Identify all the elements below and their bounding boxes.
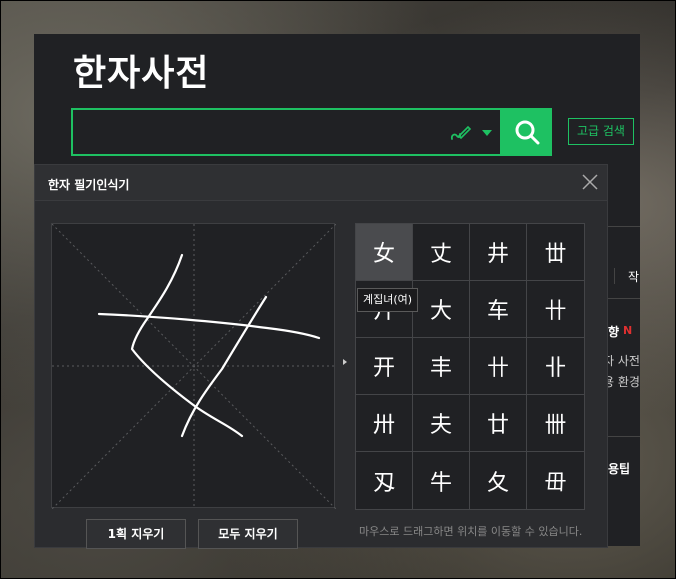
- new-badge: N: [623, 324, 633, 337]
- candidate-char[interactable]: 牛: [413, 452, 470, 509]
- candidate-char[interactable]: 车: [470, 281, 527, 338]
- search-box: [71, 108, 502, 156]
- candidate-char[interactable]: 夫: [413, 395, 470, 452]
- side-divider: [608, 436, 640, 437]
- handwriting-recognizer-popup[interactable]: 한자 필기인식기 女丈井丗廾大车卄开丰卄卝卅夫廿卌刄牛夂毌 계집녀(여) 1획 …: [34, 164, 608, 549]
- candidate-char[interactable]: 丈: [413, 224, 470, 281]
- chevron-down-icon[interactable]: [482, 130, 492, 136]
- drawing-canvas[interactable]: [51, 223, 336, 509]
- candidate-char[interactable]: 廿: [470, 395, 527, 452]
- candidate-char[interactable]: 丰: [413, 338, 470, 395]
- candidate-char[interactable]: 大: [413, 281, 470, 338]
- candidate-char[interactable]: 卌: [527, 395, 584, 452]
- side-divider-vertical: [614, 268, 615, 284]
- side-heading-fragment: 용팁: [608, 462, 631, 476]
- side-link-fragment[interactable]: 자 사전: [603, 352, 640, 369]
- candidate-char[interactable]: 卅: [356, 395, 413, 452]
- handwritten-strokes: [97, 253, 321, 438]
- candidate-char[interactable]: 卄: [527, 281, 584, 338]
- search-icon: [515, 120, 540, 145]
- page-title: 한자사전: [73, 53, 210, 94]
- search-input[interactable]: [81, 116, 435, 150]
- candidate-char[interactable]: 井: [470, 224, 527, 281]
- candidate-char[interactable]: 刄: [356, 452, 413, 509]
- drag-hint-text: 마우스로 드래그하면 위치를 이동할 수 있습니다.: [359, 525, 583, 538]
- candidate-char[interactable]: 夂: [470, 452, 527, 509]
- clear-one-stroke-button[interactable]: 1획 지우기: [86, 519, 186, 549]
- search-button[interactable]: [502, 108, 552, 156]
- side-heading-fragment: 향: [608, 325, 620, 339]
- side-divider: [608, 298, 640, 299]
- close-icon[interactable]: [581, 173, 599, 191]
- candidate-char[interactable]: 丗: [527, 224, 584, 281]
- candidate-char[interactable]: 卝: [527, 338, 584, 395]
- candidate-char[interactable]: 开: [356, 338, 413, 395]
- clear-all-button[interactable]: 모두 지우기: [198, 519, 298, 549]
- advanced-search-button[interactable]: 고급 검색: [568, 118, 634, 145]
- popup-title: 한자 필기인식기: [48, 178, 130, 192]
- side-tab-fragment[interactable]: 작: [628, 268, 639, 285]
- popup-header[interactable]: 한자 필기인식기: [35, 165, 607, 201]
- canvas-guide-lines: [52, 224, 336, 509]
- candidate-tooltip: 계집녀(여): [357, 288, 419, 312]
- candidate-char[interactable]: 毌: [527, 452, 584, 509]
- candidate-grid: 女丈井丗廾大车卄开丰卄卝卅夫廿卌刄牛夂毌: [355, 223, 585, 510]
- side-divider: [608, 226, 640, 227]
- candidate-char[interactable]: 卄: [470, 338, 527, 395]
- side-link-fragment[interactable]: 용 환경: [603, 373, 640, 390]
- arrow-right-icon: [343, 359, 347, 365]
- candidate-char[interactable]: 女: [356, 224, 413, 281]
- pen-icon[interactable]: [449, 123, 471, 143]
